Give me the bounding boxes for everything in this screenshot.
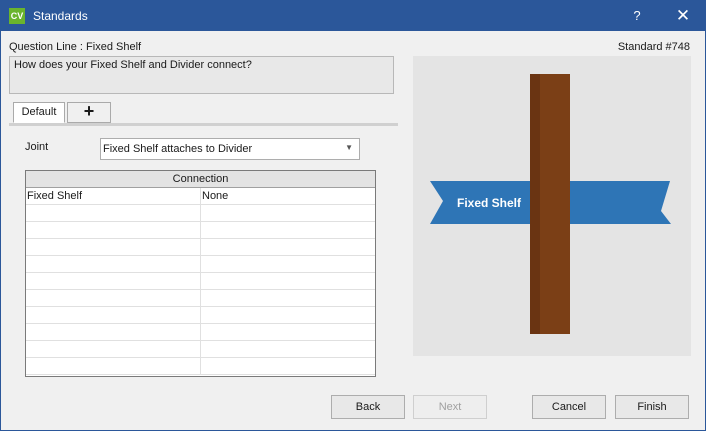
divider-edge <box>530 74 540 334</box>
joint-label: Joint <box>25 141 49 153</box>
preview-drawing: Fixed Shelf <box>430 74 671 334</box>
next-button[interactable]: Next <box>413 395 487 419</box>
question-line-label: Question Line : Fixed Shelf <box>9 41 142 53</box>
table-row-empty <box>26 290 375 307</box>
grid-cell-empty <box>26 239 201 255</box>
title-bar: CV Standards ? ✕ <box>1 1 705 31</box>
tab-strip: Default + <box>9 102 398 126</box>
joint-selected-value: Fixed Shelf attaches to Divider <box>103 143 253 155</box>
grid-cell-empty <box>26 290 201 306</box>
grid-cell-empty <box>26 222 201 238</box>
table-row-empty <box>26 341 375 358</box>
app-icon: CV <box>9 8 25 24</box>
table-row-empty <box>26 256 375 273</box>
tab-default[interactable]: Default <box>13 102 65 123</box>
joint-preview: Fixed Shelf <box>413 56 691 356</box>
grid-cell-empty <box>26 341 201 357</box>
shelf-tail-right <box>568 181 671 224</box>
table-row-empty <box>26 273 375 290</box>
grid-cell-empty <box>26 273 201 289</box>
chevron-down-icon: ▼ <box>345 143 353 152</box>
add-tab-button[interactable]: + <box>67 102 111 123</box>
table-row-empty <box>26 324 375 341</box>
table-row-empty <box>26 358 375 375</box>
help-button[interactable]: ? <box>625 1 649 31</box>
grid-cell-empty <box>26 358 201 374</box>
grid-cell-empty <box>26 324 201 340</box>
back-button[interactable]: Back <box>331 395 405 419</box>
joint-dropdown[interactable]: Fixed Shelf attaches to Divider ▼ <box>100 138 360 160</box>
grid-header-connection: Connection <box>26 171 375 188</box>
table-row-empty <box>26 239 375 256</box>
standards-dialog: CV Standards ? ✕ Question Line : Fixed S… <box>0 0 706 431</box>
finish-button[interactable]: Finish <box>615 395 689 419</box>
connection-grid[interactable]: Connection Fixed Shelf None <box>25 170 376 377</box>
question-text: How does your Fixed Shelf and Divider co… <box>9 56 394 94</box>
grid-cell-empty <box>26 256 201 272</box>
grid-cell-empty <box>26 205 201 221</box>
cancel-button[interactable]: Cancel <box>532 395 606 419</box>
shelf-label: Fixed Shelf <box>457 196 522 210</box>
table-row[interactable]: Fixed Shelf None <box>26 188 375 205</box>
standard-number: Standard #748 <box>617 41 690 53</box>
grid-cell-empty <box>26 307 201 323</box>
grid-cell-value[interactable]: None <box>202 188 228 204</box>
table-row-empty <box>26 222 375 239</box>
table-row-empty <box>26 307 375 324</box>
table-row-empty <box>26 205 375 222</box>
close-button[interactable]: ✕ <box>669 1 697 31</box>
grid-cell-name: Fixed Shelf <box>26 188 201 204</box>
window-title: Standards <box>33 9 88 23</box>
